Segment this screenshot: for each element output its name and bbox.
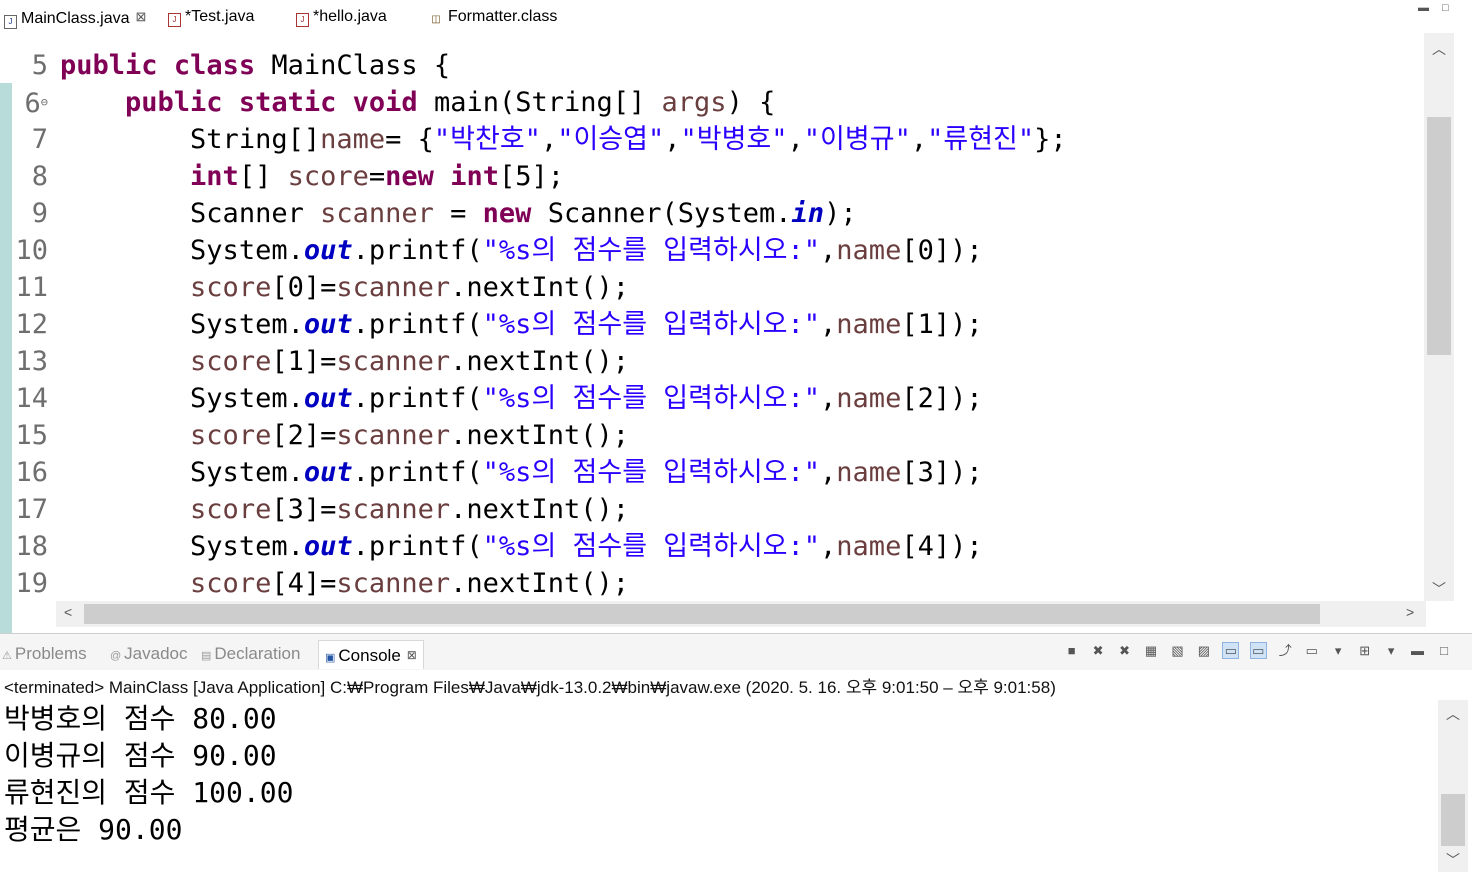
remove-launch-icon[interactable]: ✖ [1090,643,1106,659]
tab-label: Declaration [214,644,301,663]
console-toolbar: ■ ✖ ✖ ▦ ▧ ▨ ▭ ▭ ⤴ ▭ ▾ ⊞ ▾ ▬ □ [1058,642,1452,664]
tab-label: *hello.java [313,8,387,25]
declaration-icon: ▤ [201,650,212,662]
line-number-gutter: 5 6⊖ 7 8 9 10 11 12 13 14 15 16 17 18 19 [0,33,52,601]
scrollbar-thumb[interactable] [1441,794,1465,846]
java-file-icon: J [4,15,17,29]
dropdown-icon[interactable]: ▾ [1330,643,1346,659]
tab-test-java[interactable]: J *Test.java [168,4,254,30]
scroll-left-icon[interactable]: < [64,604,72,620]
code-line: score[2]=scanner.nextInt(); [190,420,629,451]
line-number: 14 [15,383,48,414]
line-number: 15 [15,420,48,451]
minimize-icon[interactable]: ▬ [1418,2,1429,14]
clear-console-icon[interactable]: ▦ [1143,643,1159,659]
tab-declaration[interactable]: ▤ Declaration [201,640,300,668]
console-status-line: <terminated> MainClass [Java Application… [4,678,1056,697]
line-number: 18 [15,531,48,562]
minimize-icon[interactable]: ▬ [1410,643,1426,659]
code-line: int[] score=new int[5]; [190,161,565,192]
code-line: System.out.printf("%s의 점수를 입력하시오:",name[… [190,383,983,414]
scroll-up-icon[interactable]: ︿ [1424,39,1454,59]
console-line: 류현진의 점수 100.00 [4,776,294,809]
word-wrap-icon[interactable]: ▨ [1196,643,1212,659]
open-console-icon[interactable]: ⊞ [1357,643,1373,659]
line-number: 9 [31,198,48,229]
panel-tab-bar: ⚠ Problems @ Javadoc ▤ Declaration ▣ Console… [0,634,1472,670]
tab-label: Formatter.class [448,8,558,25]
tab-label: *Test.java [185,8,255,25]
maximize-icon[interactable]: □ [1436,643,1452,659]
line-number: 5 [31,50,48,81]
console-output[interactable]: 박병호의 점수 80.00 이병규의 점수 90.00 류현진의 점수 100.… [4,700,1424,880]
maximize-icon[interactable]: □ [1442,2,1449,14]
code-area[interactable]: public class MainClass { public static v… [60,33,1420,601]
remove-all-icon[interactable]: ✖ [1117,643,1133,659]
code-line: String[]name= {"박찬호","이승엽","박병호","이병규","… [190,124,1067,155]
terminate-icon[interactable]: ■ [1064,643,1080,659]
code-line: score[4]=scanner.nextInt(); [190,568,629,599]
line-number: 12 [15,309,48,340]
code-line: System.out.printf("%s의 점수를 입력하시오:",name[… [190,531,983,562]
fold-icon[interactable]: ⊖ [41,95,48,109]
tab-mainclass-java[interactable]: J MainClass.java ⊠ [4,4,146,30]
javadoc-icon: @ [110,650,122,662]
problems-icon: ⚠ [2,650,12,662]
show-on-stdout-icon[interactable]: ▭ [1222,642,1240,659]
line-number: 10 [15,235,48,266]
tab-label: Problems [14,644,87,663]
tab-problems[interactable]: ⚠ Problems [2,640,87,668]
code-line: score[0]=scanner.nextInt(); [190,272,629,303]
editor-vertical-scrollbar[interactable]: ︿ ﹀ [1424,33,1454,601]
tab-label: Console [338,646,401,665]
line-number: 17 [15,494,48,525]
line-number: 7 [31,124,48,155]
tab-formatter-class[interactable]: ◫ Formatter.class [428,4,557,30]
pin-console-icon[interactable]: ⤴ [1277,643,1293,659]
console-line: 이병규의 점수 90.00 [4,739,277,772]
line-number: 19 [15,568,48,599]
code-line: System.out.printf("%s의 점수를 입력하시오:",name[… [190,309,983,340]
console-vertical-scrollbar[interactable]: ︿ ﹀ [1438,700,1468,872]
line-number: 16 [15,457,48,488]
tab-label: Javadoc [124,644,188,663]
java-file-icon: J [296,13,309,27]
scroll-right-icon[interactable]: > [1406,604,1414,620]
tab-console[interactable]: ▣ Console ⊠ [318,640,424,669]
scroll-down-icon[interactable]: ﹀ [1438,850,1468,870]
code-line: System.out.printf("%s의 점수를 입력하시오:",name[… [190,235,983,266]
display-console-icon[interactable]: ▭ [1304,643,1320,659]
console-icon: ▣ [325,652,336,664]
console-line: 평균은 90.00 [4,813,183,846]
close-icon[interactable]: ⊠ [135,9,146,24]
code-line: System.out.printf("%s의 점수를 입력하시오:",name[… [190,457,983,488]
scroll-lock-icon[interactable]: ▧ [1169,643,1185,659]
editor-tab-bar: J MainClass.java ⊠ J *Test.java J *hello.jav… [0,0,1472,33]
code-line: score[1]=scanner.nextInt(); [190,346,629,377]
close-icon[interactable]: ⊠ [407,648,417,662]
code-line: public static void main(String[] args) { [125,87,776,118]
code-line: public class MainClass { [60,50,451,81]
code-editor[interactable]: 5 6⊖ 7 8 9 10 11 12 13 14 15 16 17 18 19… [0,33,1472,633]
console-line: 박병호의 점수 80.00 [4,702,277,735]
tab-hello-java[interactable]: J *hello.java [296,4,387,30]
dropdown-icon[interactable]: ▾ [1383,643,1399,659]
scrollbar-thumb[interactable] [1427,117,1451,355]
console-panel: ⚠ Problems @ Javadoc ▤ Declaration ▣ Console… [0,633,1472,886]
line-number: 11 [15,272,48,303]
scroll-up-icon[interactable]: ︿ [1438,704,1468,724]
code-line: score[3]=scanner.nextInt(); [190,494,629,525]
scrollbar-thumb[interactable] [84,604,1320,624]
class-file-icon: ◫ [428,14,444,26]
scroll-down-icon[interactable]: ﹀ [1424,579,1454,599]
code-line: Scanner scanner = new Scanner(System.in)… [190,198,857,229]
line-number: 6⊖ [24,88,49,119]
line-number: 8 [31,161,48,192]
tab-label: MainClass.java [21,10,130,27]
show-on-stderr-icon[interactable]: ▭ [1249,642,1267,659]
tab-javadoc[interactable]: @ Javadoc [110,640,188,668]
editor-horizontal-scrollbar[interactable]: < > [56,601,1426,627]
java-file-icon: J [168,13,181,27]
line-number: 13 [15,346,48,377]
